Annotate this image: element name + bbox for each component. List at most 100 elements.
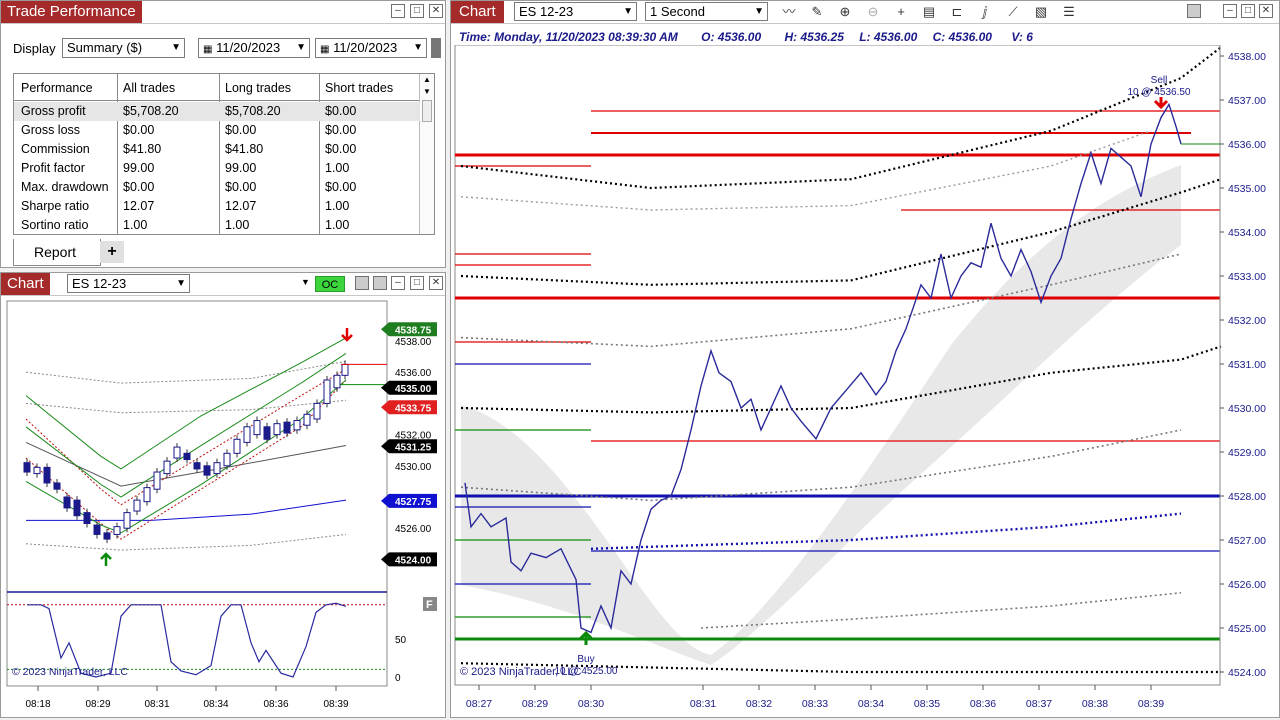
chevron-down-icon: ▼	[171, 42, 181, 53]
calendar-icon: ▦	[203, 44, 213, 55]
small-chart-canvas[interactable]: 4538.004536.004534.004532.004530.004528.…	[1, 296, 445, 718]
window-title: Chart	[1, 273, 50, 295]
table-row[interactable]: Sortino ratio 1.00 1.00 1.00	[14, 216, 420, 234]
maximize-button[interactable]: □	[410, 276, 424, 290]
instrument-select[interactable]: ES 12-23 ▼	[67, 274, 190, 293]
price-tick-label: 4535.00	[1228, 183, 1266, 195]
osc-tick-label: 50	[395, 635, 407, 646]
table-scrollbar[interactable]: ▲ ▼	[419, 74, 434, 234]
time-tick-label: 08:18	[25, 699, 50, 710]
time-tick-label: 08:31	[144, 699, 169, 710]
price-badge-label: 4535.00	[395, 384, 432, 395]
price-badge-label: 4527.75	[395, 497, 432, 508]
candle-body	[313, 402, 321, 420]
tile-button[interactable]	[1187, 4, 1201, 18]
column-header[interactable]: Short trades	[325, 81, 393, 95]
window-title: Chart	[451, 1, 504, 23]
interval-select[interactable]: 1 Second ▼	[645, 2, 768, 21]
table-row[interactable]: Sharpe ratio 12.07 12.07 1.00	[14, 197, 420, 216]
chevron-down-icon: ▼	[176, 278, 186, 289]
price-tick-label: 4526.00	[1228, 579, 1266, 591]
table-row[interactable]: Gross profit $5,708.20 $5,708.20 $0.00	[14, 102, 420, 121]
table-row[interactable]: Gross loss $0.00 $0.00 $0.00	[14, 121, 420, 140]
minimize-button[interactable]: –	[1223, 4, 1237, 18]
price-tick-label: 4530.00	[395, 462, 432, 473]
zoom-out-icon[interactable]: ⊖	[865, 4, 881, 20]
candle-body	[33, 466, 41, 475]
close-button[interactable]: ✕	[429, 4, 443, 18]
date-from-picker[interactable]: ▦ 11/20/2023 ▼	[198, 38, 310, 58]
main-chart-canvas[interactable]: Sell10 @ 4536.50Buy10 @ 4525.00© 2023 Ni…	[451, 45, 1279, 719]
candle-body	[93, 524, 101, 535]
zoom-in-icon[interactable]: ⊕	[837, 4, 853, 20]
instrument-select[interactable]: ES 12-23 ▼	[514, 2, 637, 21]
candle-body	[153, 471, 161, 490]
table-cell: $0.00	[325, 180, 357, 194]
time-tick-label: 08:36	[263, 699, 288, 710]
info-low: L: 4536.00	[859, 30, 918, 44]
display-select[interactable]: Summary ($) ▼	[62, 38, 185, 58]
price-tick-label: 4530.00	[1228, 403, 1266, 415]
candle-body	[123, 512, 131, 529]
table-cell: Commission	[21, 142, 90, 156]
scroll-down-icon[interactable]: ▼	[420, 86, 434, 98]
sell-label: Sell	[1151, 75, 1168, 86]
info-high: H: 4536.25	[784, 30, 844, 44]
table-cell: 12.07	[123, 199, 155, 213]
table-cell: $0.00	[225, 123, 257, 137]
trade-performance-titlebar: Trade Performance – □ ✕	[1, 1, 445, 24]
table-cell: 1.00	[325, 218, 350, 232]
strategies-icon[interactable]: ⟋	[1005, 4, 1021, 20]
tile-button[interactable]	[355, 276, 369, 290]
table-row[interactable]: Max. drawdown $0.00 $0.00 $0.00	[14, 178, 420, 197]
main-chart-window: Chart ES 12-23 ▼ 1 Second ▼ 〰 ✎ ⊕ ⊖ + ▤ ⊏ …	[450, 0, 1280, 718]
tile-button-2[interactable]	[373, 276, 387, 290]
templates-icon[interactable]: ▧	[1033, 4, 1049, 20]
dropdown-arrow-icon[interactable]: ▼	[301, 277, 310, 287]
column-header[interactable]: Performance	[21, 81, 93, 95]
date-to-picker[interactable]: ▦ 11/20/2023 ▼	[315, 38, 427, 58]
column-header[interactable]: Long trades	[225, 81, 291, 95]
pencil-icon[interactable]: ✎	[809, 4, 825, 20]
indicators-icon[interactable]: ⅉ	[977, 4, 993, 20]
time-tick-label: 08:34	[858, 698, 884, 710]
add-tab-button[interactable]: +	[100, 241, 124, 263]
data-box-icon[interactable]: ▤	[921, 4, 937, 20]
chart-style-icon[interactable]: 〰	[781, 4, 797, 20]
close-button[interactable]: ✕	[429, 276, 443, 290]
maximize-button[interactable]: □	[1241, 4, 1255, 18]
table-row[interactable]: Profit factor 99.00 99.00 1.00	[14, 159, 420, 178]
maximize-button[interactable]: □	[410, 4, 424, 18]
price-tick-label: 4525.00	[1228, 623, 1266, 635]
price-tick-label: 4529.00	[1228, 447, 1266, 459]
table-cell: Max. drawdown	[21, 180, 109, 194]
table-cell: $41.80	[225, 142, 264, 156]
instrument-value: ES 12-23	[72, 276, 127, 291]
tab-report-label: Report	[34, 244, 77, 260]
candle-body	[193, 462, 201, 470]
column-header[interactable]: All trades	[123, 81, 175, 95]
table-cell: Sharpe ratio	[21, 199, 90, 213]
oc-button[interactable]: OC	[315, 276, 345, 292]
candle-body	[63, 496, 71, 509]
properties-icon[interactable]: ☰	[1061, 4, 1077, 20]
bar-type-icon[interactable]: ⊏	[949, 4, 965, 20]
toolbar-button[interactable]	[431, 38, 441, 58]
time-tick-label: 08:32	[746, 698, 772, 710]
chevron-down-icon: ▼	[413, 42, 423, 53]
crosshair-icon[interactable]: +	[893, 4, 909, 20]
tab-report[interactable]: Report	[13, 239, 101, 266]
minimize-button[interactable]: –	[391, 276, 405, 290]
candle-body	[283, 421, 291, 434]
scroll-up-icon[interactable]: ▲	[420, 74, 434, 86]
candle-body	[253, 420, 261, 436]
time-tick-label: 08:29	[85, 699, 110, 710]
scroll-thumb[interactable]	[422, 100, 432, 122]
candle-body	[341, 363, 349, 376]
close-button[interactable]: ✕	[1259, 4, 1273, 18]
minimize-button[interactable]: –	[391, 4, 405, 18]
time-tick-label: 08:27	[466, 698, 492, 710]
table-row[interactable]: Commission $41.80 $41.80 $0.00	[14, 140, 420, 159]
candle-body	[83, 512, 91, 525]
candle-body	[43, 466, 51, 484]
